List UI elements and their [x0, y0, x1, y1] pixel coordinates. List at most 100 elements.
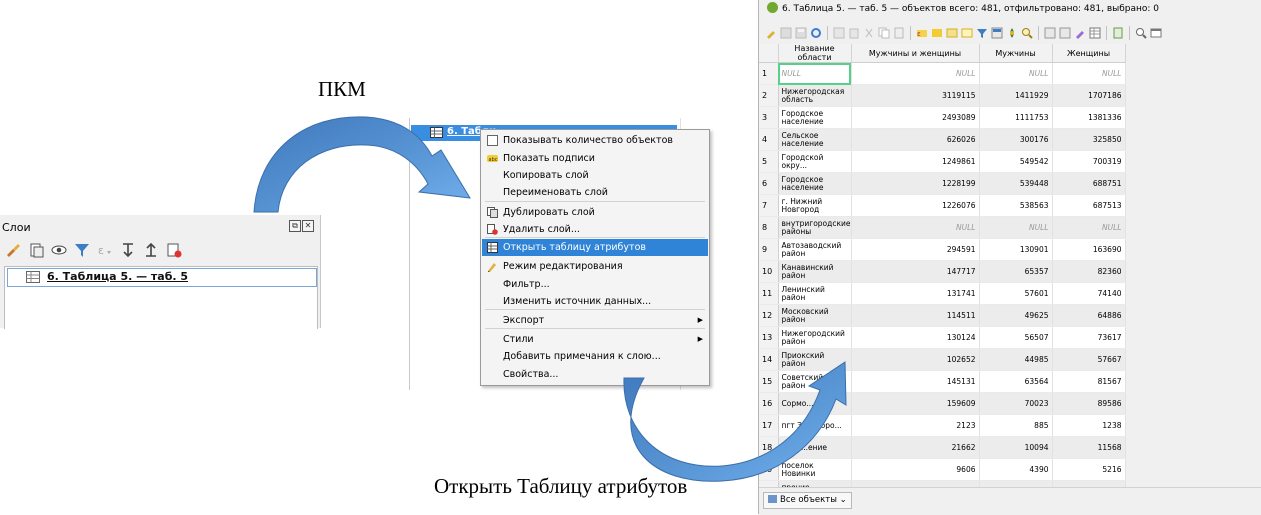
table-cell-total[interactable]: NULL [851, 216, 980, 239]
table-cell-men[interactable]: 57601 [979, 282, 1053, 305]
table-cell-women[interactable]: 82360 [1052, 260, 1126, 283]
table-row[interactable]: 14 Приокский район 102652 44985 57667 [759, 348, 1126, 371]
table-cell-men[interactable]: 538563 [979, 194, 1053, 217]
table-row[interactable]: 12 Московский район 114511 49625 64886 [759, 304, 1126, 327]
expand-all-icon[interactable] [119, 241, 137, 259]
table-row[interactable]: 17 пгт Зе... Горо... 2123 885 1238 [759, 414, 1126, 437]
row-number[interactable]: 9 [759, 238, 779, 261]
table-cell-total[interactable]: 21662 [851, 436, 980, 459]
table-cell-women[interactable]: 325850 [1052, 128, 1126, 151]
select-by-expression-icon[interactable]: ε [916, 27, 928, 39]
table-cell-men[interactable]: 1411929 [979, 84, 1053, 107]
dock-window-icon[interactable] [1150, 27, 1162, 39]
show-features-filter-button[interactable]: Все объекты ⌄ [763, 492, 852, 509]
style-brush-icon[interactable] [4, 241, 22, 259]
filter-select-icon[interactable] [976, 27, 988, 39]
row-number[interactable]: 7 [759, 194, 779, 217]
row-number[interactable]: 4 [759, 128, 779, 151]
table-row[interactable]: 10 Канавинский район 147717 65357 82360 [759, 260, 1126, 283]
table-cell-name[interactable]: г. Нижний Новгород [778, 194, 852, 217]
conditional-format-icon[interactable] [1074, 27, 1086, 39]
field-calculator-icon[interactable] [1089, 27, 1101, 39]
table-cell-name[interactable]: Сормо... ...он [778, 392, 852, 415]
table-cell-men[interactable]: 300176 [979, 128, 1053, 151]
table-row[interactable]: 5 Городской окру... 1249861 549542 700319 [759, 150, 1126, 173]
table-row[interactable]: 6 Городское население 1228199 539448 688751 [759, 172, 1126, 195]
menu-item-2[interactable]: abc Показать подписи [482, 150, 708, 167]
table-row[interactable]: 4 Сельское население 626026 300176 325850 [759, 128, 1126, 151]
table-row[interactable]: 1 NULL NULL NULL NULL [759, 62, 1126, 85]
paste-icon[interactable] [893, 27, 905, 39]
table-cell-men[interactable]: 65357 [979, 260, 1053, 283]
table-cell-men[interactable]: 1111753 [979, 106, 1053, 129]
row-number[interactable]: 6 [759, 172, 779, 195]
menu-item-11[interactable]: Экспорт ▶ [482, 312, 708, 329]
table-cell-name[interactable]: внутригородские районы [778, 216, 852, 239]
table-row[interactable]: 3 Городское население 2493089 1111753 138133… [759, 106, 1126, 129]
move-selection-top-icon[interactable] [991, 27, 1003, 39]
table-cell-men[interactable]: 44985 [979, 348, 1053, 371]
column-header-men[interactable]: Мужчины [979, 44, 1053, 63]
table-cell-name[interactable]: Се... ...ение [778, 436, 852, 459]
table-cell-women[interactable]: 1381336 [1052, 106, 1126, 129]
menu-item-1[interactable]: Показывать количество объектов [482, 132, 708, 149]
layer-row[interactable]: 6. Таблица 5. — таб. 5 [7, 268, 317, 287]
table-cell-men[interactable]: 885 [979, 414, 1053, 437]
new-field-icon[interactable] [1044, 27, 1056, 39]
table-row[interactable]: 2 Нижегородская область 3119115 1411929 1707… [759, 84, 1126, 107]
table-cell-name[interactable]: Городской окру... [778, 150, 852, 173]
multi-edit-icon[interactable] [780, 27, 792, 39]
row-number[interactable]: 11 [759, 282, 779, 305]
table-cell-men[interactable]: 63564 [979, 370, 1053, 393]
search-zoom-icon[interactable] [1135, 27, 1147, 39]
table-cell-total[interactable]: 1249861 [851, 150, 980, 173]
table-row[interactable]: 18 Се... ...ение 21662 10094 11568 [759, 436, 1126, 459]
table-cell-name[interactable]: пгт Зе... Горо... [778, 414, 852, 437]
toggle-editing-icon[interactable] [765, 27, 777, 39]
remove-layer-icon[interactable] [165, 241, 183, 259]
close-panel-icon[interactable]: ✕ [302, 220, 314, 232]
visibility-eye-icon[interactable] [50, 241, 68, 259]
row-number[interactable]: 1 [759, 62, 779, 85]
table-cell-women[interactable]: 11568 [1052, 436, 1126, 459]
table-cell-men[interactable]: 549542 [979, 150, 1053, 173]
row-number[interactable]: 10 [759, 260, 779, 283]
table-cell-men[interactable]: 56507 [979, 326, 1053, 349]
table-cell-name[interactable]: Ленинский район [778, 282, 852, 305]
row-number[interactable]: 15 [759, 370, 779, 393]
actions-icon[interactable] [1112, 27, 1124, 39]
select-all-icon[interactable] [931, 27, 943, 39]
table-cell-total[interactable]: 130124 [851, 326, 980, 349]
row-number[interactable]: 12 [759, 304, 779, 327]
reload-icon[interactable] [810, 27, 822, 39]
table-cell-women[interactable]: NULL [1052, 62, 1126, 85]
cut-icon[interactable] [863, 27, 875, 39]
zoom-to-selection-icon[interactable] [1021, 27, 1033, 39]
table-cell-total[interactable]: 131741 [851, 282, 980, 305]
add-group-icon[interactable] [27, 241, 45, 259]
table-cell-total[interactable]: 294591 [851, 238, 980, 261]
table-cell-women[interactable]: 73617 [1052, 326, 1126, 349]
table-cell-total[interactable]: 102652 [851, 348, 980, 371]
table-cell-men[interactable]: 49625 [979, 304, 1053, 327]
table-row[interactable]: 13 Нижегородский район 130124 56507 73617 [759, 326, 1126, 349]
column-header-women[interactable]: Женщины [1052, 44, 1126, 63]
table-cell-men[interactable]: 4390 [979, 458, 1053, 481]
row-number[interactable]: 8 [759, 216, 779, 239]
table-cell-men[interactable]: NULL [979, 62, 1053, 85]
row-number[interactable]: 14 [759, 348, 779, 371]
table-row[interactable]: 9 Автозаводский район 294591 130901 163690 [759, 238, 1126, 261]
table-cell-total[interactable]: 147717 [851, 260, 980, 283]
table-cell-women[interactable]: 163690 [1052, 238, 1126, 261]
menu-item-7[interactable]: Открыть таблицу атрибутов [482, 239, 708, 256]
delete-feature-icon[interactable] [848, 27, 860, 39]
row-number[interactable]: 18 [759, 436, 779, 459]
table-cell-name[interactable]: Приокский район [778, 348, 852, 371]
table-cell-women[interactable]: 1707186 [1052, 84, 1126, 107]
row-number[interactable]: 13 [759, 326, 779, 349]
menu-item-14[interactable]: Свойства... [482, 366, 708, 383]
table-cell-total[interactable]: 1228199 [851, 172, 980, 195]
table-cell-total[interactable]: 626026 [851, 128, 980, 151]
table-cell-total[interactable]: 2493089 [851, 106, 980, 129]
row-number[interactable]: 16 [759, 392, 779, 415]
